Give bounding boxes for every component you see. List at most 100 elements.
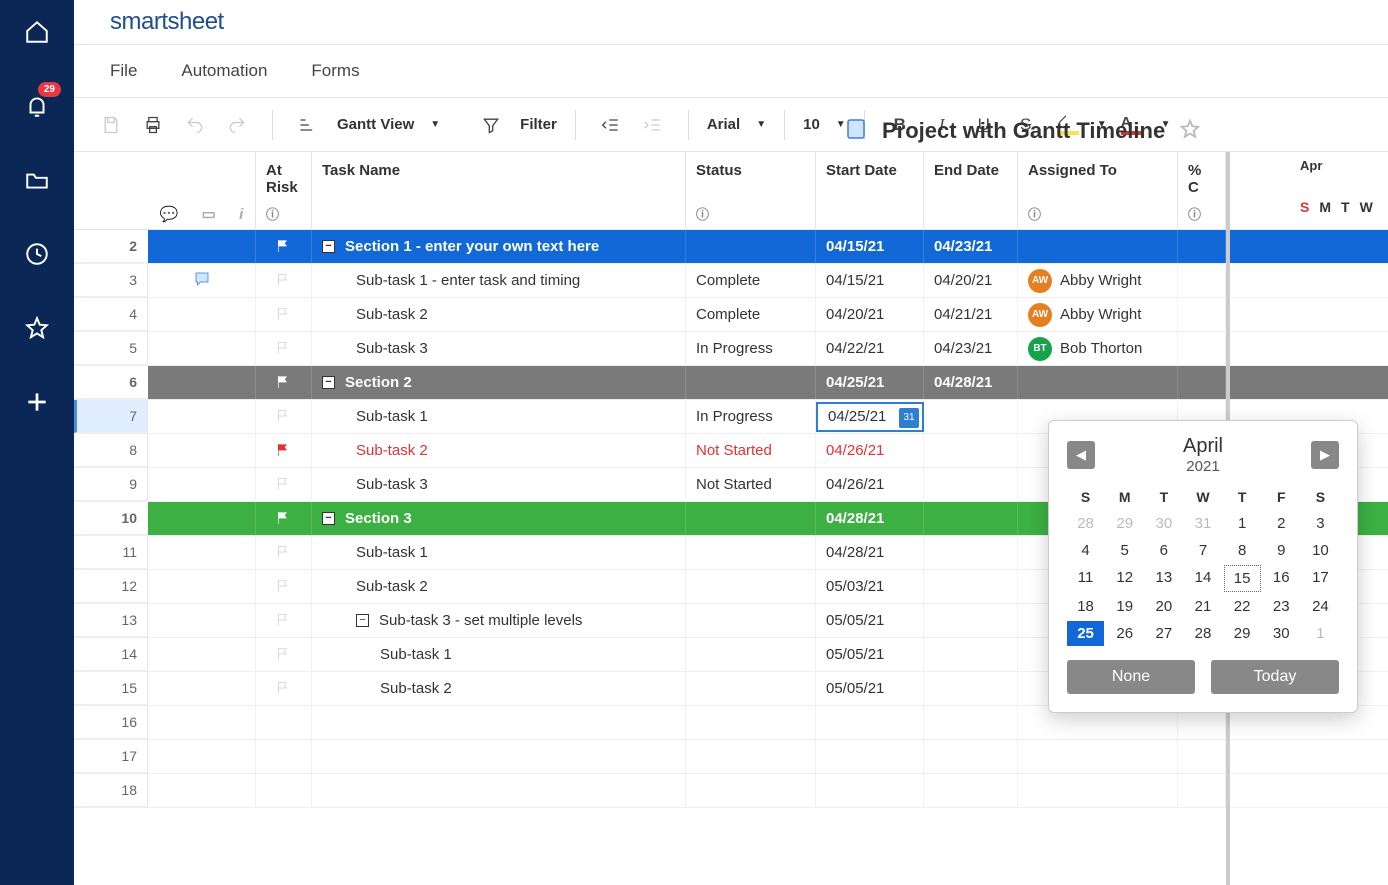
datepicker-day[interactable]: 29 bbox=[1224, 621, 1261, 646]
col-risk[interactable]: At Risk bbox=[266, 162, 301, 196]
pct-cell[interactable] bbox=[1178, 366, 1226, 399]
expand-icon[interactable]: − bbox=[322, 512, 335, 525]
risk-cell[interactable] bbox=[256, 332, 312, 365]
filter-icon[interactable] bbox=[474, 108, 508, 142]
risk-cell[interactable] bbox=[256, 468, 312, 501]
col-assigned[interactable]: Assigned To bbox=[1028, 162, 1167, 179]
datepicker-day[interactable]: 10 bbox=[1302, 538, 1339, 563]
end-date-cell[interactable]: 04/20/21 bbox=[924, 264, 1018, 297]
favorite-star-icon[interactable] bbox=[1179, 118, 1201, 143]
menu-file[interactable]: File bbox=[110, 61, 137, 81]
flag-icon[interactable] bbox=[275, 578, 293, 596]
assigned-cell[interactable]: AWAbby Wright bbox=[1018, 298, 1178, 331]
row-number[interactable]: 16 bbox=[74, 706, 148, 739]
flag-icon[interactable] bbox=[275, 476, 293, 494]
grid-row[interactable]: 5Sub-task 3In Progress04/22/2104/23/21BT… bbox=[74, 332, 1226, 366]
start-date-cell[interactable]: 04/15/21 bbox=[816, 264, 924, 297]
row-number[interactable]: 14 bbox=[74, 638, 148, 671]
status-cell[interactable] bbox=[686, 774, 816, 807]
timeline-row[interactable] bbox=[1230, 366, 1388, 400]
grid-row[interactable]: 6−Section 204/25/2104/28/21 bbox=[74, 366, 1226, 400]
add-icon[interactable] bbox=[23, 388, 51, 416]
start-date-cell[interactable] bbox=[816, 774, 924, 807]
task-cell[interactable]: Sub-task 3 bbox=[312, 332, 686, 365]
col-start[interactable]: Start Date bbox=[826, 162, 913, 179]
datepicker-day[interactable]: 21 bbox=[1184, 594, 1221, 619]
status-cell[interactable]: Complete bbox=[686, 264, 816, 297]
risk-cell[interactable] bbox=[256, 536, 312, 569]
task-cell[interactable]: Sub-task 2 bbox=[312, 570, 686, 603]
task-cell[interactable]: −Section 1 - enter your own text here bbox=[312, 230, 686, 263]
row-number[interactable]: 11 bbox=[74, 536, 148, 569]
flag-icon[interactable] bbox=[275, 612, 293, 630]
datepicker-day[interactable]: 19 bbox=[1106, 594, 1143, 619]
datepicker-none-button[interactable]: None bbox=[1067, 660, 1195, 694]
timeline-row[interactable] bbox=[1230, 230, 1388, 264]
end-date-cell[interactable] bbox=[924, 774, 1018, 807]
task-cell[interactable]: Sub-task 1 bbox=[312, 638, 686, 671]
task-cell[interactable]: Sub-task 2 bbox=[312, 298, 686, 331]
start-date-cell[interactable]: 05/05/21 bbox=[816, 638, 924, 671]
flag-icon[interactable] bbox=[275, 306, 293, 324]
datepicker-day[interactable]: 2 bbox=[1263, 511, 1300, 536]
pct-cell[interactable] bbox=[1178, 332, 1226, 365]
risk-cell[interactable] bbox=[256, 570, 312, 603]
task-cell[interactable]: −Section 2 bbox=[312, 366, 686, 399]
row-number[interactable]: 6 bbox=[74, 366, 148, 399]
risk-cell[interactable] bbox=[256, 264, 312, 297]
end-date-cell[interactable] bbox=[924, 706, 1018, 739]
datepicker-day[interactable]: 28 bbox=[1067, 511, 1104, 536]
status-cell[interactable] bbox=[686, 536, 816, 569]
end-date-cell[interactable]: 04/21/21 bbox=[924, 298, 1018, 331]
end-date-cell[interactable] bbox=[924, 536, 1018, 569]
datepicker-day[interactable]: 17 bbox=[1302, 565, 1339, 592]
risk-cell[interactable] bbox=[256, 638, 312, 671]
outdent-icon[interactable] bbox=[594, 108, 628, 142]
info-icon[interactable]: ⓘ bbox=[696, 204, 805, 223]
row-number[interactable]: 17 bbox=[74, 740, 148, 773]
print-icon[interactable] bbox=[136, 108, 170, 142]
status-cell[interactable]: In Progress bbox=[686, 400, 816, 433]
datepicker-day[interactable]: 28 bbox=[1184, 621, 1221, 646]
comment-icon[interactable] bbox=[193, 270, 211, 292]
start-date-cell[interactable]: 05/03/21 bbox=[816, 570, 924, 603]
datepicker-day[interactable]: 3 bbox=[1302, 511, 1339, 536]
col-status[interactable]: Status bbox=[696, 162, 805, 179]
row-number[interactable]: 15 bbox=[74, 672, 148, 705]
task-cell[interactable]: Sub-task 2 bbox=[312, 672, 686, 705]
status-cell[interactable]: Not Started bbox=[686, 468, 816, 501]
row-number[interactable]: 8 bbox=[74, 434, 148, 467]
status-cell[interactable]: Not Started bbox=[686, 434, 816, 467]
datepicker-day[interactable]: 24 bbox=[1302, 594, 1339, 619]
start-date-cell[interactable] bbox=[816, 740, 924, 773]
datepicker-day[interactable]: 9 bbox=[1263, 538, 1300, 563]
datepicker-day[interactable]: 8 bbox=[1224, 538, 1261, 563]
flag-icon[interactable] bbox=[275, 442, 293, 460]
task-cell[interactable]: Sub-task 3 bbox=[312, 468, 686, 501]
assigned-cell[interactable] bbox=[1018, 366, 1178, 399]
datepicker-day[interactable]: 13 bbox=[1145, 565, 1182, 592]
assigned-cell[interactable]: AWAbby Wright bbox=[1018, 264, 1178, 297]
datepicker-day[interactable]: 30 bbox=[1263, 621, 1300, 646]
flag-icon[interactable] bbox=[275, 544, 293, 562]
calendar-icon[interactable]: 31 bbox=[899, 408, 919, 428]
risk-cell[interactable] bbox=[256, 502, 312, 535]
end-date-cell[interactable] bbox=[924, 434, 1018, 467]
datepicker-day[interactable]: 4 bbox=[1067, 538, 1104, 563]
risk-cell[interactable] bbox=[256, 740, 312, 773]
status-cell[interactable] bbox=[686, 604, 816, 637]
timeline-row[interactable] bbox=[1230, 332, 1388, 366]
task-cell[interactable]: −Sub-task 3 - set multiple levels bbox=[312, 604, 686, 637]
risk-cell[interactable] bbox=[256, 298, 312, 331]
timeline-row[interactable] bbox=[1230, 298, 1388, 332]
end-date-cell[interactable] bbox=[924, 570, 1018, 603]
font-select[interactable]: Arial bbox=[707, 116, 740, 133]
expand-icon[interactable]: − bbox=[356, 614, 369, 627]
row-number[interactable]: 5 bbox=[74, 332, 148, 365]
flag-icon[interactable] bbox=[275, 680, 293, 698]
timeline-row[interactable] bbox=[1230, 264, 1388, 298]
end-date-cell[interactable] bbox=[924, 638, 1018, 671]
datepicker-day[interactable]: 27 bbox=[1145, 621, 1182, 646]
end-date-cell[interactable]: 04/23/21 bbox=[924, 230, 1018, 263]
risk-cell[interactable] bbox=[256, 230, 312, 263]
